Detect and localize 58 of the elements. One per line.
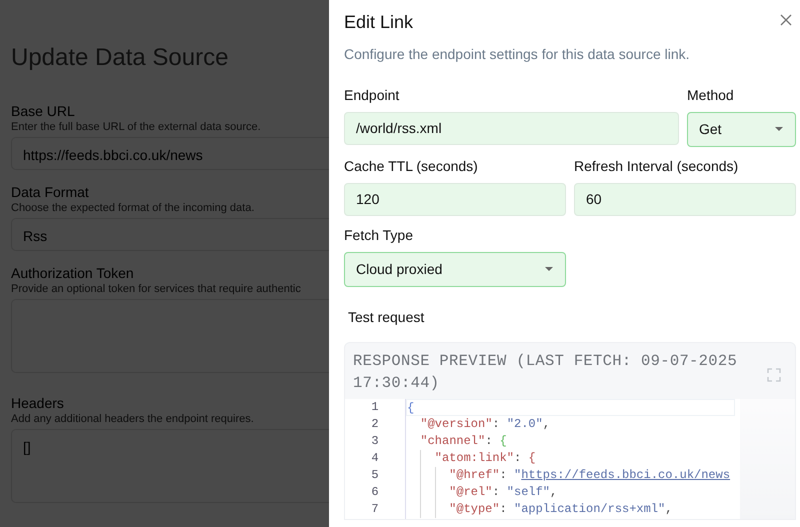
field-label: Fetch Type: [344, 226, 414, 245]
code-key: "@version": [420, 416, 492, 433]
line-number: 6: [370, 484, 380, 501]
code-string: ": [514, 466, 522, 484]
code-punctuation: :: [485, 432, 494, 450]
code-string: "2.0": [506, 416, 543, 433]
dialog-title: Edit Link: [344, 12, 414, 34]
section-label: Test request: [348, 308, 426, 327]
code-punctuation: :: [500, 500, 508, 518]
line-number: 5: [370, 466, 380, 484]
code-punctuation: :: [514, 450, 522, 467]
code-punctuation: :: [492, 416, 501, 433]
code-link[interactable]: https://feeds.bbci.co.uk/news: [521, 466, 730, 484]
field-label: Data Format: [11, 184, 90, 201]
code-punctuation: ,: [550, 484, 558, 501]
code-punctuation: :: [500, 466, 508, 484]
code-brace: {: [528, 450, 536, 467]
caret-icon: [544, 266, 554, 272]
field-label: Endpoint: [344, 86, 400, 105]
code-punctuation: ,: [542, 416, 550, 433]
text-area[interactable]: [11, 298, 329, 373]
fullscreen-icon[interactable]: [767, 368, 781, 382]
field-hint: Add any additional headers the endpoint requires.: [11, 412, 255, 426]
code-punctuation: ,: [665, 500, 672, 518]
code-brace: {: [500, 432, 507, 450]
line-number: 3: [370, 432, 380, 450]
code-string: "application/rss+xml": [514, 500, 666, 518]
select-field[interactable]: Cloud proxied: [344, 252, 566, 287]
line-number: 2: [370, 416, 380, 433]
code-key: "atom:link": [434, 450, 514, 467]
field-label: Refresh Interval (seconds): [574, 156, 740, 176]
select-field[interactable]: Get: [687, 112, 796, 147]
input-field[interactable]: 120: [344, 182, 566, 216]
field-label: Cache TTL (seconds): [344, 156, 479, 176]
field-hint: Choose the expected format of the incoming data.: [11, 200, 256, 215]
code-string: "self": [506, 484, 550, 501]
field-hint: Provide an optional token for services that require authentic: [11, 282, 302, 296]
code-key: "@href": [449, 466, 500, 484]
code-key: "@type": [449, 500, 500, 518]
preview-title: RESPONSE PREVIEW (LAST FETCH: 09-07-2025 17:30:44): [353, 350, 738, 394]
field-label: Authorization Token: [11, 264, 135, 282]
input-field[interactable]: 60: [574, 182, 796, 216]
close-icon[interactable]: [778, 12, 794, 28]
code-key: "channel": [420, 432, 486, 450]
field-label: Method: [687, 86, 735, 105]
field-label: Headers: [11, 394, 65, 412]
code-key: "@rel": [449, 484, 492, 501]
field-hint: Enter the full base URL of the external data source.: [11, 120, 262, 134]
line-number: 4: [370, 450, 380, 467]
input-field[interactable]: /world/rss.xml: [344, 112, 679, 145]
page-title: Update Data Source: [11, 44, 230, 73]
line-number: 1: [370, 398, 380, 416]
field-label: Base URL: [11, 102, 76, 120]
line-number: 7: [370, 500, 380, 518]
code-brace: {: [407, 400, 414, 415]
dialog-description: Configure the endpoint settings for this data source link.: [344, 44, 691, 64]
code-punctuation: :: [492, 484, 501, 501]
caret-icon: [774, 126, 784, 132]
